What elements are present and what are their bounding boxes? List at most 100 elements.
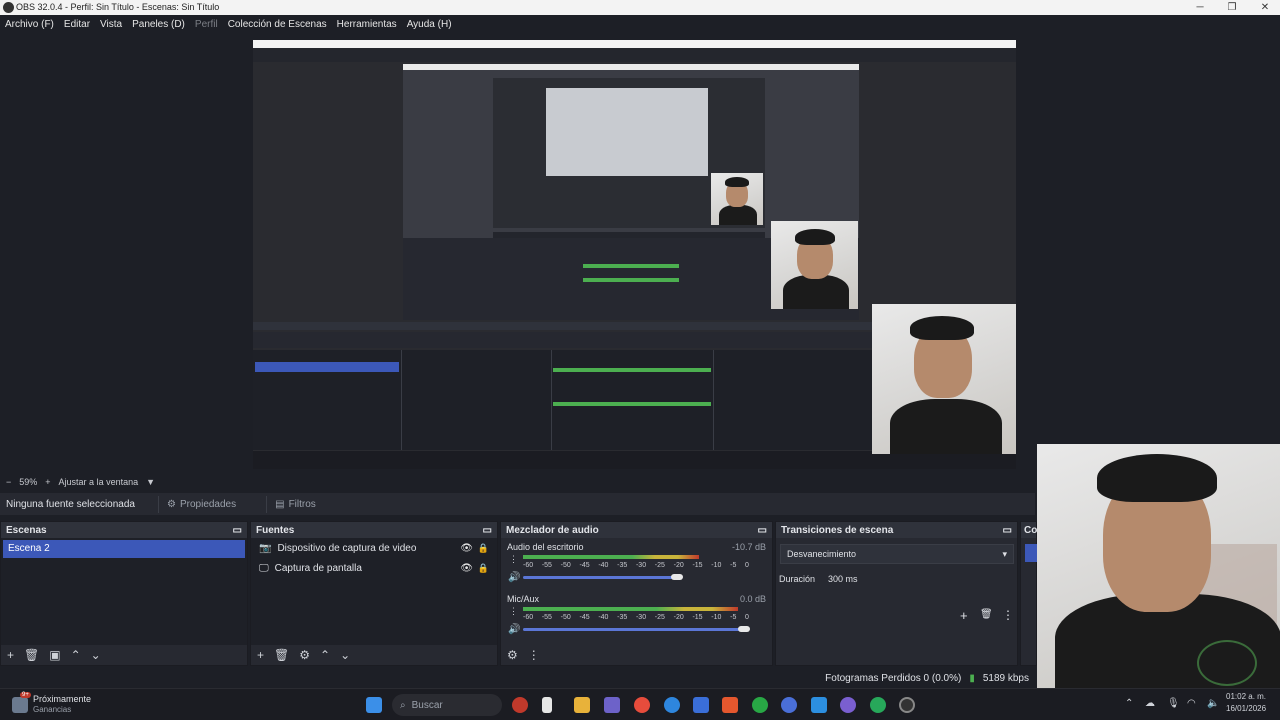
mixer-title: Mezclador de audio — [506, 524, 599, 536]
menu-dots-icon[interactable]: ⋮ — [509, 554, 518, 565]
sources-title: Fuentes — [256, 524, 295, 536]
dock-float-icon[interactable]: ▭ — [1003, 525, 1012, 536]
app-icon[interactable] — [781, 697, 797, 713]
volume-slider[interactable] — [523, 576, 677, 579]
source-label: Captura de pantalla — [274, 562, 362, 574]
dock-float-icon[interactable]: ▭ — [233, 525, 242, 536]
chevron-up-icon[interactable]: ⌃ — [71, 648, 81, 662]
meter-ticks: -60 -55 -50 -45 -40 -35 -30 -25 -20 -15 -10 -5 0 — [523, 614, 749, 621]
dock-float-icon[interactable]: ▭ — [483, 525, 492, 536]
source-item[interactable]: 🖵 Captura de pantalla 👁 🔒 — [251, 558, 497, 578]
menu-herramientas[interactable]: Herramientas — [337, 19, 397, 30]
lock-icon[interactable]: 🔒 — [478, 563, 489, 574]
mixer-channel: Mic/Aux 0.0 dB ⋮ -60 -55 -50 -45 -40 -35 -30 -2… — [501, 590, 772, 642]
properties-label: Propiedades — [179, 498, 237, 510]
menu-dots-icon[interactable]: ⋮ — [1002, 608, 1014, 622]
clock-time[interactable]: 01:02 a. m. — [1226, 692, 1266, 701]
minimize-button[interactable]: ─ — [1185, 0, 1215, 15]
speaker-icon[interactable]: 🔊 — [508, 624, 520, 635]
start-icon[interactable] — [366, 697, 382, 713]
properties-button[interactable]: ⚙ Propiedades — [158, 495, 244, 513]
obs-icon[interactable] — [899, 697, 915, 713]
chrome-icon[interactable] — [634, 697, 650, 713]
menu-paneles[interactable]: Paneles (D) — [132, 19, 185, 30]
filters-button[interactable]: ▤ Filtros — [266, 495, 324, 513]
brave-icon[interactable] — [722, 697, 738, 713]
tray-icon[interactable]: ☁ — [1145, 698, 1155, 709]
menu-ayuda[interactable]: Ayuda (H) — [407, 19, 452, 30]
zoom-dropdown-icon[interactable]: ▼ — [146, 477, 155, 487]
mixer-channel: Audio del escritorio -10.7 dB ⋮ -60 -55 -5… — [501, 538, 772, 590]
start-streaming-button[interactable] — [1025, 544, 1037, 562]
chevron-down-icon[interactable]: ⌄ — [91, 648, 101, 662]
add-icon[interactable]: + — [7, 648, 14, 662]
chevron-up-icon[interactable]: ⌃ — [1125, 698, 1133, 709]
volume-knob[interactable] — [738, 626, 750, 632]
controls-title: Co — [1024, 524, 1038, 536]
eye-icon[interactable]: 👁 — [460, 563, 473, 574]
zoom-out-button[interactable]: − — [6, 477, 11, 487]
messenger-icon[interactable] — [811, 697, 827, 713]
volume-slider[interactable] — [523, 628, 744, 631]
add-icon[interactable]: + — [960, 608, 968, 623]
menu-coleccion-escenas[interactable]: Colección de Escenas — [228, 19, 327, 30]
menu-vista[interactable]: Vista — [100, 19, 122, 30]
filter-icon[interactable]: ▣ — [49, 648, 60, 662]
app-icon[interactable] — [512, 697, 528, 713]
close-button[interactable]: ✕ — [1250, 0, 1280, 15]
duration-spinbox[interactable]: 300 ms — [822, 570, 1014, 590]
audio-mixer-dock: Mezclador de audio ▭ Audio del escritorio… — [500, 521, 773, 666]
menu-dots-icon[interactable]: ⋮ — [528, 648, 540, 662]
signal-icon: ▮ — [969, 672, 975, 684]
mic-icon[interactable]: 🎙 — [1167, 698, 1180, 709]
chevron-up-icon[interactable]: ⌃ — [320, 648, 330, 662]
gear-icon[interactable]: ⚙ — [299, 648, 310, 662]
trash-icon[interactable]: 🗑 — [274, 648, 289, 662]
controls-dock: Co — [1020, 521, 1037, 666]
eye-icon[interactable]: 👁 — [460, 543, 473, 554]
whatsapp-icon[interactable] — [870, 697, 886, 713]
menu-perfil[interactable]: Perfil — [195, 19, 218, 30]
widget-title: Próximamente — [33, 694, 92, 704]
app-icon[interactable] — [542, 697, 552, 713]
menu-editar[interactable]: Editar — [64, 19, 90, 30]
scene-item[interactable]: Escena 2 — [3, 540, 245, 558]
menu-dots-icon[interactable]: ⋮ — [509, 606, 518, 617]
speaker-icon[interactable]: 🔊 — [508, 572, 520, 583]
dock-float-icon[interactable]: ▭ — [758, 525, 767, 536]
wifi-icon[interactable]: ◠ — [1187, 698, 1196, 709]
status-bar: Fotogramas Perdidos 0 (0.0%) ▮ 5189 kbps — [0, 670, 1035, 686]
add-icon[interactable]: + — [257, 648, 264, 662]
widgets-icon[interactable] — [12, 697, 28, 713]
nested-webcam — [872, 304, 1016, 454]
volume-knob[interactable] — [671, 574, 683, 580]
fit-to-window[interactable]: Ajustar a la ventana — [59, 477, 139, 487]
channel-name: Mic/Aux — [507, 594, 540, 604]
chevron-down-icon[interactable]: ⌄ — [340, 648, 350, 662]
scenes-title: Escenas — [6, 524, 47, 536]
transition-select[interactable]: Desvanecimiento ▾ — [780, 544, 1014, 564]
teams-icon[interactable] — [604, 697, 620, 713]
preview-canvas[interactable] — [253, 40, 1016, 469]
trash-icon[interactable]: 🗑 — [980, 609, 993, 620]
source-item[interactable]: 📷 Dispositivo de captura de video 👁 🔒 — [251, 538, 497, 558]
edge-icon[interactable] — [664, 697, 680, 713]
trash-icon[interactable]: 🗑 — [24, 648, 39, 662]
sources-dock: Fuentes ▭ 📷 Dispositivo de captura de vid… — [250, 521, 498, 666]
lock-icon[interactable]: 🔒 — [478, 543, 489, 554]
zoom-in-button[interactable]: + — [45, 477, 50, 487]
maximize-button[interactable]: ❐ — [1217, 0, 1247, 15]
menu-bar: Archivo (F) Editar Vista Paneles (D) Per… — [0, 15, 1280, 33]
nested-menubar — [253, 48, 1016, 62]
menu-archivo[interactable]: Archivo (F) — [5, 19, 54, 30]
gear-icon[interactable]: ⚙ — [507, 648, 518, 662]
search-box[interactable]: ⌕ Buscar — [392, 694, 502, 716]
file-explorer-icon[interactable] — [574, 697, 590, 713]
store-icon[interactable] — [693, 697, 709, 713]
clock-date[interactable]: 16/01/2026 — [1226, 704, 1266, 713]
bitrate: 5189 kbps — [982, 672, 1029, 684]
zoom-bar: − 59% + Ajustar a la ventana ▼ — [0, 474, 1035, 489]
discord-icon[interactable] — [840, 697, 856, 713]
volume-icon[interactable]: 🔈 — [1207, 698, 1219, 709]
whatsapp-icon[interactable] — [752, 697, 768, 713]
